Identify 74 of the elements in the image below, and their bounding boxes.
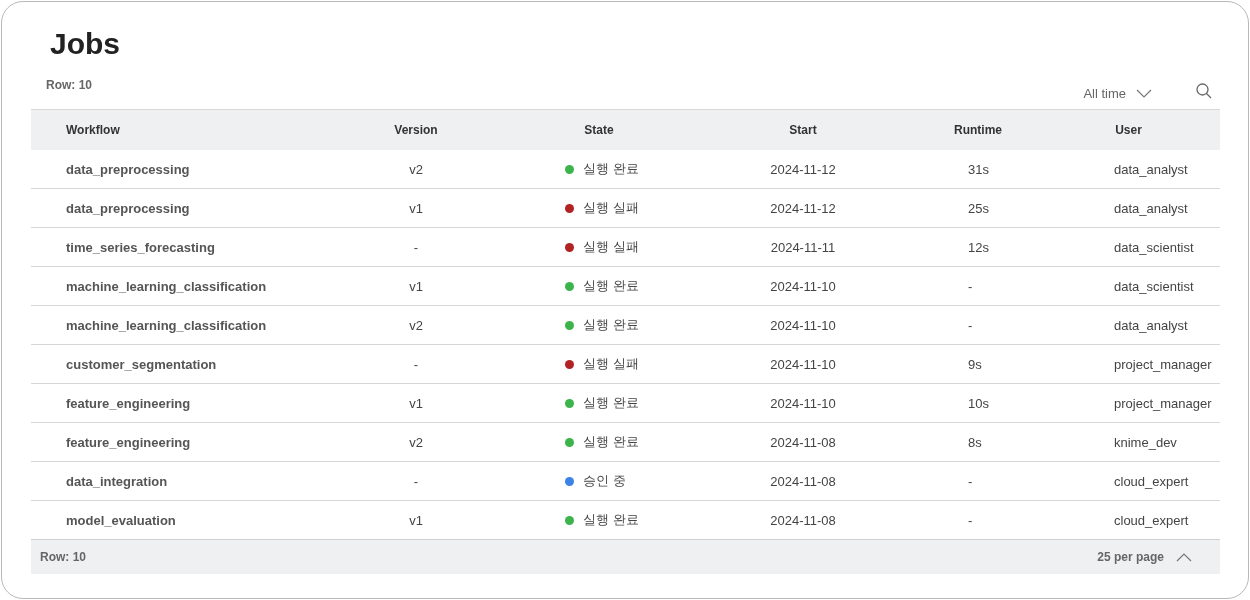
workflow-name: machine_learning_classification: [65, 317, 267, 333]
user-name: cloud_expert: [1114, 473, 1189, 489]
user-name: data_scientist: [1114, 278, 1194, 294]
column-header[interactable]: Runtime: [919, 123, 1037, 137]
column-header[interactable]: Version: [321, 123, 511, 137]
runtime-cell: 8s: [968, 434, 982, 450]
version-cell: -: [413, 473, 419, 489]
state-text: 실행 완료: [583, 394, 639, 412]
user-name: data_scientist: [1114, 239, 1194, 255]
workflow-name: data_preprocessing: [65, 200, 190, 216]
runtime-cell: 10s: [968, 395, 989, 411]
time-filter-dropdown[interactable]: All time: [1083, 85, 1152, 101]
user-name: data_analyst: [1114, 317, 1188, 333]
column-header[interactable]: Start: [687, 123, 919, 137]
state-text: 실행 완료: [583, 511, 639, 529]
start-date: 2024-11-08: [770, 473, 836, 489]
runtime-cell: -: [968, 317, 973, 333]
start-date: 2024-11-08: [770, 434, 836, 450]
column-header[interactable]: User: [1037, 123, 1220, 137]
state-text: 실행 실패: [583, 238, 639, 256]
start-date: 2024-11-11: [770, 239, 836, 255]
runtime-cell: 9s: [968, 356, 982, 372]
workflow-name: data_integration: [65, 473, 168, 489]
runtime-cell: -: [968, 278, 973, 294]
search-icon: [1196, 82, 1212, 99]
user-name: project_manager: [1114, 395, 1212, 411]
version-cell: -: [413, 239, 419, 255]
state-text: 실행 실패: [583, 355, 639, 373]
page-size-dropdown[interactable]: 25 per page: [1097, 550, 1192, 564]
workflow-name: model_evaluation: [65, 512, 176, 528]
start-date: 2024-11-10: [770, 356, 836, 372]
start-date: 2024-11-12: [770, 200, 836, 216]
start-date: 2024-11-10: [770, 317, 836, 333]
workflow-name: feature_engineering: [65, 395, 191, 411]
state-text: 실행 완료: [583, 316, 639, 334]
runtime-cell: 12s: [968, 239, 989, 255]
row-count: Row: 10: [46, 78, 92, 92]
user-name: data_analyst: [1114, 200, 1188, 216]
version-cell: -: [413, 356, 419, 372]
version-cell: v2: [409, 317, 423, 333]
workflow-name: data_preprocessing: [65, 161, 190, 177]
column-header[interactable]: State: [511, 123, 687, 137]
state-text: 실행 완료: [583, 277, 639, 295]
version-cell: v1: [409, 200, 423, 216]
runtime-cell: 25s: [968, 200, 989, 216]
user-name: knime_dev: [1114, 434, 1177, 450]
user-name: project_manager: [1114, 356, 1212, 372]
version-cell: v2: [409, 434, 423, 450]
state-text: 승인 중: [583, 472, 626, 490]
user-name: data_analyst: [1114, 161, 1188, 177]
runtime-cell: -: [968, 512, 973, 528]
version-cell: v1: [409, 278, 423, 294]
workflow-name: machine_learning_classification: [65, 278, 267, 294]
start-date: 2024-11-10: [770, 395, 836, 411]
workflow-name: time_series_forecasting: [65, 239, 215, 255]
chevron-up-icon: [1176, 552, 1192, 562]
column-header[interactable]: Workflow: [31, 123, 321, 137]
page-title: Jobs: [49, 26, 122, 62]
state-text: 실행 실패: [583, 199, 639, 217]
start-date: 2024-11-10: [770, 278, 836, 294]
runtime-cell: -: [968, 473, 973, 489]
version-cell: v1: [409, 512, 423, 528]
workflow-name: feature_engineering: [65, 434, 191, 450]
user-name: cloud_expert: [1114, 512, 1189, 528]
workflow-name: customer_segmentation: [65, 356, 217, 372]
version-cell: v2: [409, 161, 423, 177]
state-text: 실행 완료: [583, 433, 639, 451]
state-text: 실행 완료: [583, 160, 639, 178]
row-count: Row: 10: [39, 550, 86, 564]
start-date: 2024-11-12: [770, 161, 836, 177]
chevron-down-icon: [1136, 88, 1152, 98]
start-date: 2024-11-08: [770, 512, 836, 528]
version-cell: v1: [409, 395, 423, 411]
runtime-cell: 31s: [968, 161, 989, 177]
